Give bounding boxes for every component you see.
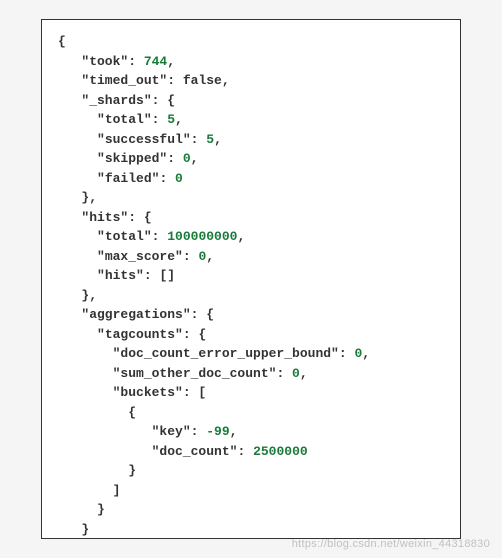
- bucket-key: -99: [206, 424, 229, 439]
- hits-max-score: 0: [198, 249, 206, 264]
- bucket-doc-count: 2500000: [253, 444, 308, 459]
- shards-total: 5: [167, 112, 175, 127]
- hits-total: 100000000: [167, 229, 237, 244]
- json-output: { "took": 744, "timed_out": false, "_sha…: [58, 32, 444, 539]
- agg-error-bound: 0: [354, 346, 362, 361]
- hits-array: []: [159, 268, 175, 283]
- watermark-text: https://blog.csdn.net/weixin_44318830: [292, 538, 490, 550]
- shards-successful: 5: [206, 132, 214, 147]
- took-value: 744: [144, 54, 167, 69]
- agg-sum-other: 0: [292, 366, 300, 381]
- shards-skipped: 0: [183, 151, 191, 166]
- shards-failed: 0: [175, 171, 183, 186]
- code-box: { "took": 744, "timed_out": false, "_sha…: [41, 19, 461, 539]
- timed-out-value: false: [183, 73, 222, 88]
